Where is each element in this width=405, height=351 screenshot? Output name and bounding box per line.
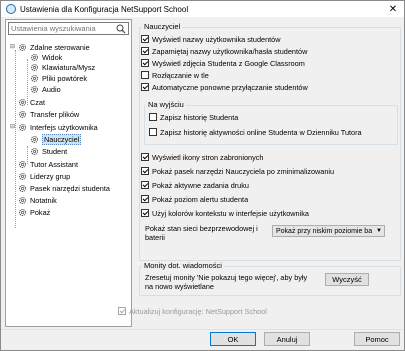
collapse-icon[interactable]: ⊟	[10, 124, 16, 130]
gear-icon	[18, 184, 27, 192]
option-context-colors[interactable]: Użyj kolorów kontekstu w interfejsie uży…	[141, 208, 309, 218]
gear-icon	[18, 196, 27, 204]
gear-icon	[18, 172, 27, 180]
option-show-teacher-toolbar[interactable]: Pokaż pasek narzędzi Nauczyciela po zmin…	[141, 166, 334, 176]
na-wyjsciu-group	[144, 105, 398, 145]
option-background-disconnect[interactable]: Rozłączanie w tle	[141, 70, 209, 80]
tree-item-label: Pasek narzędzi studenta	[30, 183, 110, 193]
tree-item-label: Nauczyciel	[42, 133, 82, 145]
checkbox[interactable]	[141, 209, 149, 217]
tree-item-label: Klawiatura/Mysz	[42, 62, 96, 72]
checkbox[interactable]	[141, 167, 149, 175]
tree-item-label: Student	[42, 146, 68, 156]
wifi-status-select-value: Pokaż przy niskim poziomie ba	[276, 227, 373, 235]
nauczyciel-group-title: Nauczyciel	[142, 22, 183, 31]
tree-item-notatnik[interactable]: Notatnik	[18, 195, 57, 205]
wifi-status-label: Pokaż stan sieci bezprzewodowej i bateri…	[145, 224, 258, 242]
option-auto-update-config[interactable]: Aktualizuj konfigurację: NetSupport Scho…	[118, 306, 267, 316]
tree-item-label: Liderzy grup	[30, 171, 71, 181]
help-button[interactable]: Pomoc	[354, 332, 400, 346]
chevron-down-icon: ▼	[376, 228, 382, 234]
checkbox[interactable]	[141, 35, 149, 43]
tree-item-label: Transfer plików	[30, 109, 80, 119]
tree-item-widok[interactable]: Widok	[30, 52, 62, 62]
close-icon[interactable]: ✕	[382, 1, 404, 17]
collapse-icon[interactable]: ⊟	[10, 44, 16, 50]
option-show-print-jobs[interactable]: Pokaż aktywne zadania druku	[141, 180, 249, 190]
gear-icon	[18, 160, 27, 168]
gear-icon	[18, 98, 27, 106]
wifi-status-select[interactable]: Pokaż przy niskim poziomie ba ▼	[272, 225, 385, 237]
search-icon[interactable]	[116, 24, 126, 34]
tree-item-nauczyciel[interactable]: Nauczyciel	[30, 133, 82, 145]
gear-icon	[18, 110, 27, 118]
option-save-student-history[interactable]: Zapisz historię Studenta	[149, 112, 238, 122]
tree-item-transfer-plikow[interactable]: Transfer plików	[18, 109, 79, 119]
gear-icon	[18, 43, 27, 51]
footer-divider	[1, 329, 404, 330]
tree-item-interfejs-uzytkownika[interactable]: Interfejs użytkownika	[18, 122, 98, 132]
option-forbidden-site-icons[interactable]: Wyświetl ikony stron zabronionych	[141, 152, 263, 162]
gear-icon	[30, 147, 39, 155]
tree-item-pasek-narzedzi-studenta[interactable]: Pasek narzędzi studenta	[18, 183, 110, 193]
gear-icon	[30, 63, 39, 71]
ok-button[interactable]: OK	[210, 332, 256, 346]
clear-prompts-button[interactable]: Wyczyść	[325, 273, 369, 286]
checkbox[interactable]	[141, 83, 149, 91]
tree-item-pokaz[interactable]: Pokaż	[18, 207, 50, 217]
tree-item-label: Pliki powtórek	[42, 73, 88, 83]
monity-group-title: Monity dot. wiadomości	[142, 261, 224, 270]
tree-item-label: Tutor Assistant	[30, 159, 78, 169]
cancel-button[interactable]: Anuluj	[264, 332, 310, 346]
tree-item-label: Audio	[42, 84, 61, 94]
option-remember-credentials[interactable]: Zapamiętaj nazwy użytkownika/hasła stude…	[141, 46, 307, 56]
tree-item-audio[interactable]: Audio	[30, 84, 61, 94]
checkbox[interactable]	[141, 59, 149, 67]
option-auto-reconnect[interactable]: Automatyczne ponowne przyłączanie studen…	[141, 82, 308, 92]
gear-icon	[30, 53, 39, 61]
checkbox[interactable]	[149, 113, 157, 121]
settings-window: Ustawienia dla Konfiguracja NetSupport S…	[0, 0, 405, 351]
tree-item-label: Widok	[42, 52, 63, 62]
tree-item-czat[interactable]: Czat	[18, 97, 45, 107]
checkbox[interactable]	[141, 47, 149, 55]
settings-content: Nauczyciel Wyświetl nazwy użytkownika st…	[118, 19, 402, 327]
settings-tree-panel: ⊟ Zdalne sterowanie Widok Klawiatura/Mys…	[5, 19, 132, 327]
tree-item-student[interactable]: Student	[30, 146, 67, 156]
tree-item-tutor-assistant[interactable]: Tutor Assistant	[18, 159, 78, 169]
app-icon	[6, 4, 16, 14]
tree-item-pliki-powtorek[interactable]: Pliki powtórek	[30, 73, 87, 83]
checkbox[interactable]	[141, 153, 149, 161]
tree-line	[15, 50, 16, 228]
tree-item-klawiatura-mysz[interactable]: Klawiatura/Mysz	[30, 62, 95, 72]
checkbox[interactable]	[141, 71, 149, 79]
gear-icon	[30, 74, 39, 82]
checkbox[interactable]	[141, 181, 149, 189]
tree-item-label: Notatnik	[30, 195, 57, 205]
tree-item-label: Czat	[30, 97, 46, 107]
window-title: Ustawienia dla Konfiguracja NetSupport S…	[20, 4, 189, 14]
gear-icon	[18, 208, 27, 216]
option-google-classroom-photos[interactable]: Wyświetl zdjęcia Studenta z Google Class…	[141, 58, 305, 68]
tree-item-label: Interfejs użytkownika	[30, 122, 98, 132]
title-bar: Ustawienia dla Konfiguracja NetSupport S…	[1, 1, 404, 17]
search-input[interactable]	[11, 23, 116, 34]
option-save-online-history[interactable]: Zapisz historię aktywności online Studen…	[149, 127, 362, 137]
checkbox[interactable]	[141, 195, 149, 203]
tree-item-label: Pokaż	[30, 207, 51, 217]
tree-item-label: Zdalne sterowanie	[30, 42, 90, 52]
gear-icon	[30, 135, 39, 143]
option-show-student-usernames[interactable]: Wyświetl nazwy użytkownika studentów	[141, 34, 281, 44]
gear-icon	[30, 85, 39, 93]
gear-icon	[18, 123, 27, 131]
search-field[interactable]	[8, 22, 129, 35]
checkbox[interactable]	[149, 128, 157, 136]
option-show-alert-level[interactable]: Pokaż poziom alertu studenta	[141, 194, 248, 204]
na-wyjsciu-title: Na wyjściu	[146, 100, 186, 109]
tree-item-liderzy-grup[interactable]: Liderzy grup	[18, 171, 70, 181]
monity-description: Zresetuj monity 'Nie pokazuj tego więcej…	[145, 273, 308, 291]
tree-item-zdalne-sterowanie[interactable]: Zdalne sterowanie	[18, 42, 90, 52]
checkbox[interactable]	[118, 307, 126, 315]
